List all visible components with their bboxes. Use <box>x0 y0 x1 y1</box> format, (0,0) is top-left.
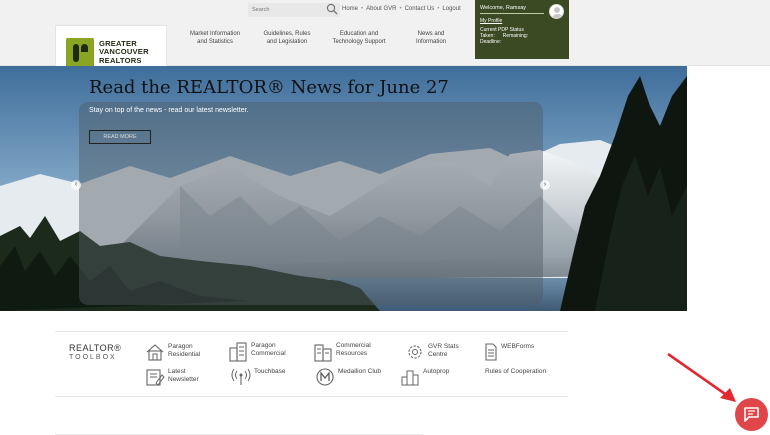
hero-subtitle: Stay on top of the news - read our lates… <box>89 107 249 114</box>
welcome-panel: Welcome, Ramsay My Profile Current PDP S… <box>475 0 569 59</box>
tool-label-line: Resources <box>336 350 368 357</box>
newsletter-icon <box>146 369 165 386</box>
nav-label: Guidelines, Rules <box>263 31 311 37</box>
tool-label-line: GVR Stats <box>428 343 459 350</box>
tool-label-line: Touchbase <box>254 368 286 375</box>
tool-label-line: Commercial <box>251 350 286 357</box>
my-profile-link[interactable]: My Profile <box>480 18 564 24</box>
medallion-icon <box>316 368 334 386</box>
nav-market-information[interactable]: Market Information and Statistics <box>183 30 247 46</box>
contact-link[interactable]: Contact Us <box>405 6 435 12</box>
tool-label-line: Newsletter <box>168 376 199 383</box>
city-icon <box>401 370 419 386</box>
tool-autoprop[interactable]: Autoprop <box>400 367 449 387</box>
tool-label: Touchbase <box>254 368 285 376</box>
tool-label: Rules of Cooperation <box>485 368 546 376</box>
tool-label-line: Centre <box>428 351 448 358</box>
nav-guidelines-rules[interactable]: Guidelines, Rules and Legislation <box>255 30 319 46</box>
house-icon <box>146 344 164 361</box>
tool-label: WEBForms <box>501 343 534 351</box>
tool-label-line: Commercial <box>336 342 371 349</box>
separator: • <box>437 6 440 12</box>
tool-label-line: Rules of Cooperation <box>485 368 547 375</box>
tool-label-line: Latest <box>168 368 186 375</box>
toolbox-title: REALTOR® <box>69 343 122 353</box>
remaining-label: Remaining: <box>502 33 529 39</box>
nav-label: and Statistics <box>197 39 233 45</box>
tool-label-line: Paragon <box>168 343 193 350</box>
nav-label: News and <box>417 31 445 37</box>
divider <box>55 331 568 332</box>
toolbox-heading: REALTOR® TOOLBOX <box>69 343 121 363</box>
tool-label: Medallion Club <box>338 368 381 376</box>
tool-label: Autoprop <box>423 368 449 376</box>
building-icon <box>229 342 247 362</box>
logo-line: REALTORS <box>99 55 142 65</box>
nav-label: Education and <box>339 31 379 37</box>
tool-latest-newsletter[interactable]: Latest Newsletter <box>145 367 199 387</box>
gear-icon <box>408 345 422 359</box>
separator: • <box>361 6 364 12</box>
tool-label: Latest Newsletter <box>168 368 199 384</box>
tool-touchbase[interactable]: Touchbase <box>231 367 285 387</box>
hero-carousel: ‹ › <box>0 66 687 311</box>
tool-label: GVR Stats Centre <box>428 343 459 359</box>
document-icon <box>485 343 497 361</box>
gvr-logo-mark-icon <box>66 37 94 68</box>
tool-label-line: Autoprop <box>423 368 450 375</box>
tool-rules-of-cooperation[interactable]: Rules of Cooperation <box>482 367 546 376</box>
avatar[interactable] <box>549 4 564 19</box>
tool-label-line: WEBForms <box>501 343 535 350</box>
search-icon[interactable] <box>326 3 338 15</box>
tool-webforms[interactable]: WEBForms <box>484 342 534 362</box>
tool-medallion-club[interactable]: Medallion Club <box>315 367 381 387</box>
tool-label: Commercial Resources <box>336 342 371 358</box>
tool-gvr-stats-centre[interactable]: GVR Stats Centre <box>405 342 459 362</box>
deadline-label: Deadline: <box>480 39 502 45</box>
broadcast-icon <box>231 368 251 385</box>
nav-label: Information <box>415 39 446 45</box>
nav-news-information[interactable]: News and Information <box>405 30 457 46</box>
page: Home•About GVR•Contact Us•Logout Market … <box>0 0 770 435</box>
nav-label: Market Information <box>189 31 241 37</box>
carousel-next-button[interactable]: › <box>540 180 550 190</box>
tool-label: Paragon Commercial <box>251 342 286 358</box>
tool-paragon-commercial[interactable]: Paragon Commercial <box>228 341 286 362</box>
divider <box>55 396 568 397</box>
commercial-building-icon <box>314 344 332 362</box>
nav-label: and Legislation <box>266 39 308 45</box>
tool-label-line: Residential <box>168 351 201 358</box>
logout-link[interactable]: Logout <box>442 6 460 12</box>
chat-icon <box>744 407 759 422</box>
carousel-prev-button[interactable]: ‹ <box>71 180 81 190</box>
nav-label: Technology Support <box>332 39 386 45</box>
separator: • <box>399 6 402 12</box>
home-link[interactable]: Home <box>342 6 358 12</box>
tool-label: Paragon Residential <box>168 343 200 359</box>
toolbox-subtitle: TOOLBOX <box>69 354 117 361</box>
about-link[interactable]: About GVR <box>366 6 396 12</box>
welcome-greeting: Welcome, Ramsay <box>480 5 544 14</box>
hero-title: Read the REALTOR® News for June 27 <box>89 77 449 98</box>
utility-links: Home • About GVR • Contact Us • Logout <box>342 6 461 12</box>
annotation-arrow-icon <box>667 352 736 402</box>
tool-label-line: Paragon <box>251 342 276 349</box>
nav-education-technology[interactable]: Education and Technology Support <box>324 30 394 46</box>
read-more-button[interactable]: READ MORE <box>89 130 151 144</box>
chat-button[interactable] <box>735 398 768 431</box>
tool-label-line: Medallion Club <box>338 368 381 375</box>
tool-paragon-residential[interactable]: Paragon Residential <box>145 342 200 362</box>
tool-commercial-resources[interactable]: Commercial Resources <box>313 341 371 362</box>
logo-text: GREATER VANCOUVER REALTORS <box>99 39 149 66</box>
